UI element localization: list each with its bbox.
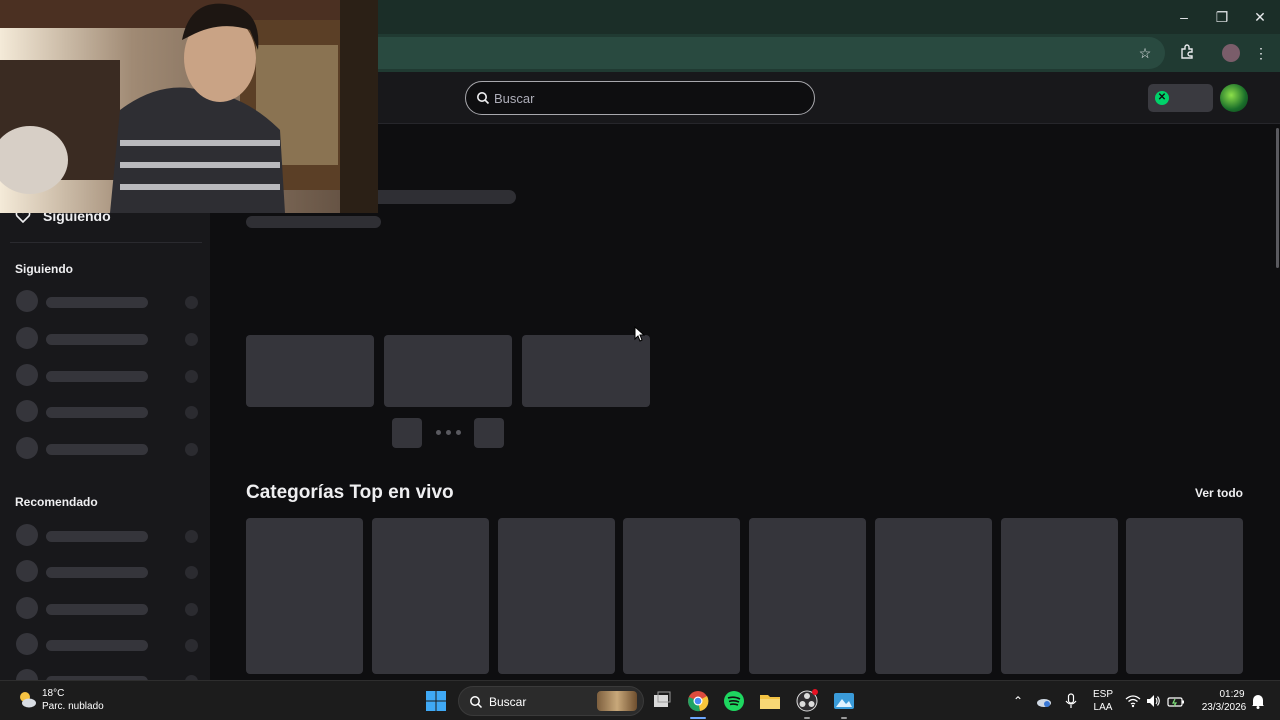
restore-button[interactable]: ❐ bbox=[1211, 6, 1233, 28]
webcam-person-image bbox=[0, 0, 378, 213]
mouse-cursor-icon bbox=[634, 326, 646, 342]
extensions-icon[interactable] bbox=[1178, 44, 1196, 62]
wifi-icon[interactable] bbox=[1125, 693, 1141, 709]
see-all-link[interactable]: Ver todo bbox=[1195, 486, 1243, 500]
photos-running-indicator bbox=[841, 717, 847, 719]
photos-app-icon[interactable] bbox=[832, 689, 856, 713]
carousel-card-placeholder[interactable] bbox=[384, 335, 512, 407]
carousel-dot[interactable] bbox=[456, 430, 461, 435]
search-box[interactable] bbox=[465, 81, 815, 115]
prime-crown-icon: ✕ bbox=[1155, 91, 1169, 105]
file-explorer-icon[interactable] bbox=[758, 689, 782, 713]
obs-studio-icon[interactable] bbox=[795, 689, 819, 713]
sidebar-channel-placeholder bbox=[16, 597, 200, 621]
show-hidden-icons-chevron-icon[interactable]: ⌃ bbox=[1010, 693, 1026, 709]
microphone-icon[interactable] bbox=[1063, 693, 1079, 709]
carousel-prev-button[interactable] bbox=[392, 418, 422, 448]
following-section-title: Siguiendo bbox=[15, 262, 73, 276]
taskbar-search[interactable]: Buscar bbox=[458, 686, 644, 716]
category-card-placeholder[interactable] bbox=[1126, 518, 1243, 674]
sidebar-channel-placeholder bbox=[16, 437, 200, 461]
search-icon bbox=[477, 92, 490, 105]
featured-subtitle-placeholder bbox=[246, 216, 381, 228]
carousel-dot[interactable] bbox=[436, 430, 441, 435]
category-card-placeholder[interactable] bbox=[1001, 518, 1118, 674]
recommended-section-title: Recomendado bbox=[15, 495, 98, 509]
battery-charging-icon[interactable] bbox=[1167, 693, 1184, 709]
category-card-placeholder[interactable] bbox=[372, 518, 489, 674]
windows-taskbar: 18°C Parc. nublado Buscar ⌃ ESP LAA 01:2… bbox=[0, 680, 1280, 720]
close-window-button[interactable]: ✕ bbox=[1249, 6, 1271, 28]
clock-time[interactable]: 01:29 bbox=[1212, 689, 1252, 700]
onedrive-icon[interactable] bbox=[1036, 693, 1052, 709]
search-icon bbox=[470, 696, 483, 709]
search-input[interactable] bbox=[494, 82, 794, 114]
carousel-card-placeholder[interactable] bbox=[522, 335, 650, 407]
chrome-active-indicator bbox=[690, 717, 706, 719]
category-card-placeholder[interactable] bbox=[623, 518, 740, 674]
webcam-overlay bbox=[0, 0, 378, 213]
weather-partly-cloudy-icon[interactable] bbox=[16, 689, 38, 711]
sidebar-channel-placeholder bbox=[16, 400, 200, 424]
search-highlight-image bbox=[597, 691, 637, 711]
more-menu-icon[interactable]: ⋮ bbox=[1252, 44, 1270, 62]
sidebar-channel-placeholder bbox=[16, 364, 200, 388]
weather-description: Parc. nublado bbox=[42, 701, 104, 712]
carousel-dot[interactable] bbox=[446, 430, 451, 435]
sidebar-channel-placeholder bbox=[16, 524, 200, 548]
carousel-card-placeholder[interactable] bbox=[246, 335, 374, 407]
scrollbar-thumb[interactable] bbox=[1276, 128, 1279, 268]
top-categories-title: Categorías Top en vivo bbox=[246, 482, 454, 503]
minimize-button[interactable]: – bbox=[1173, 6, 1195, 28]
weather-temperature: 18°C bbox=[42, 688, 65, 699]
keyboard-layout-indicator[interactable]: LAA bbox=[1092, 702, 1114, 713]
category-card-placeholder[interactable] bbox=[498, 518, 615, 674]
page-scrollbar[interactable] bbox=[1274, 124, 1280, 680]
prime-button[interactable]: ✕ bbox=[1148, 84, 1213, 112]
obs-running-indicator bbox=[804, 717, 810, 719]
volume-icon[interactable] bbox=[1145, 693, 1161, 709]
sidebar-divider bbox=[10, 242, 202, 243]
sidebar-channel-placeholder bbox=[16, 560, 200, 584]
screen: – ❐ ✕ ☆ ⋮ ✕ Siguiendo Siguiendo Rec bbox=[0, 0, 1280, 720]
carousel-next-button[interactable] bbox=[474, 418, 504, 448]
category-card-placeholder[interactable] bbox=[246, 518, 363, 674]
language-indicator[interactable]: ESP bbox=[1092, 689, 1114, 700]
sidebar-channel-placeholder bbox=[16, 327, 200, 351]
taskbar-search-label: Buscar bbox=[489, 695, 527, 709]
spotify-icon[interactable] bbox=[722, 689, 746, 713]
chrome-profile-avatar[interactable] bbox=[1222, 44, 1240, 62]
category-card-placeholder[interactable] bbox=[875, 518, 992, 674]
sidebar-channel-placeholder bbox=[16, 633, 200, 657]
bookmark-star-icon[interactable]: ☆ bbox=[1136, 44, 1154, 62]
clock-date[interactable]: 23/3/2026 bbox=[1196, 702, 1252, 713]
sidebar-channel-placeholder bbox=[16, 290, 200, 314]
notifications-bell-icon[interactable] bbox=[1250, 693, 1266, 709]
category-card-placeholder[interactable] bbox=[749, 518, 866, 674]
chrome-taskbar-icon[interactable] bbox=[686, 689, 710, 713]
windows-start-icon[interactable] bbox=[426, 691, 446, 711]
user-avatar[interactable] bbox=[1220, 84, 1248, 112]
task-view-icon[interactable] bbox=[650, 689, 674, 713]
